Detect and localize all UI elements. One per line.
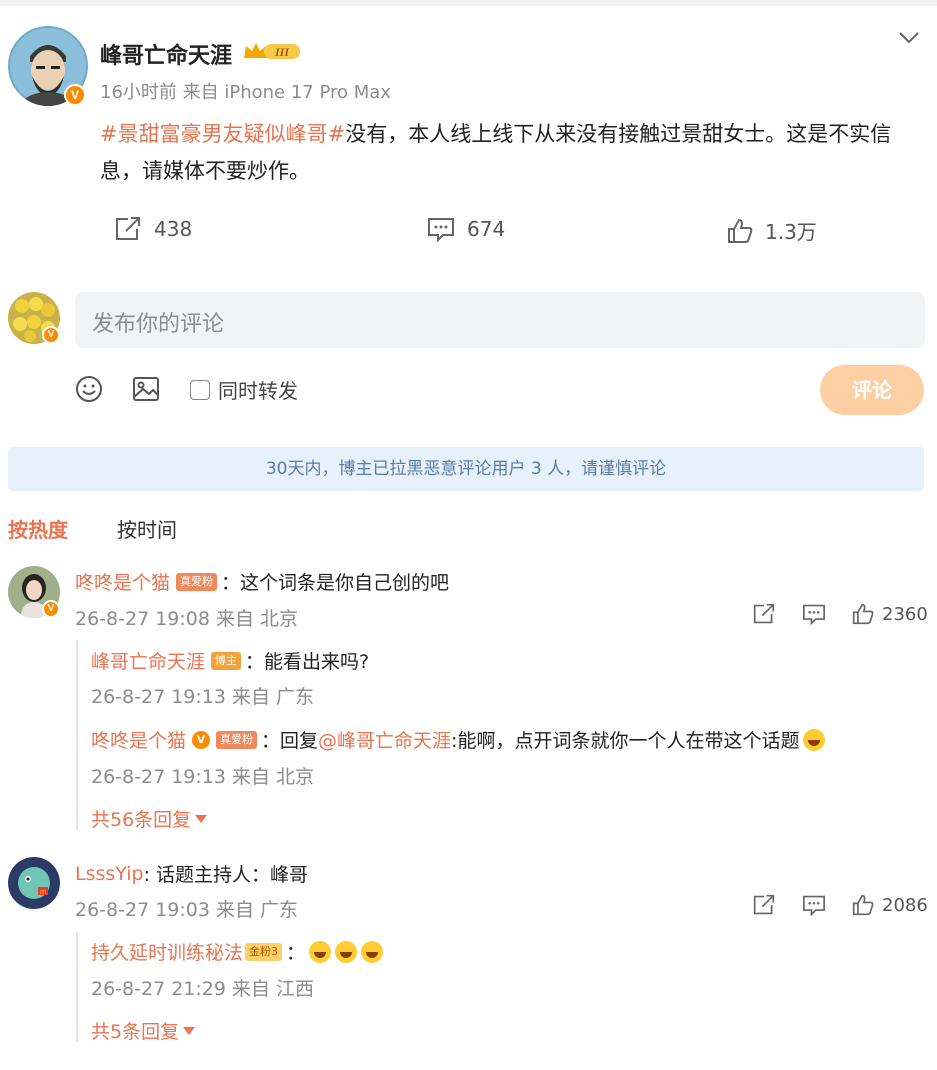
comment-username[interactable]: 咚咚是个猫 — [75, 568, 170, 595]
comment-line: LsssYip : 话题主持人：峰哥 — [75, 860, 308, 887]
crying-emoji-icon — [803, 728, 826, 751]
laughing-emoji-icon — [361, 940, 384, 963]
reply-username[interactable]: 咚咚是个猫 — [91, 726, 186, 753]
reply-username[interactable]: 峰哥亡命天涯 — [91, 647, 205, 674]
svg-text:m: m — [40, 889, 46, 896]
triangle-down-icon — [195, 814, 208, 823]
triangle-down-icon — [183, 1026, 196, 1035]
comment-like-count: 2360 — [882, 603, 928, 625]
reply-text: ：能看出来吗? — [245, 651, 370, 673]
repost-icon[interactable] — [752, 603, 776, 625]
reply-line: 持久延时训练秘法 金粉3 ： — [91, 938, 384, 965]
verified-badge-icon: V — [192, 730, 211, 749]
emoji-button[interactable] — [74, 374, 104, 404]
post-meta: 16小时前 来自 iPhone 17 Pro Max — [100, 82, 391, 103]
comment-input-placeholder: 发布你的评论 — [92, 312, 225, 337]
comment-like-count: 2086 — [882, 894, 928, 916]
more-replies-link[interactable]: 共56条回复 — [91, 805, 208, 832]
poster-name[interactable]: 峰哥亡命天涯 — [100, 38, 232, 70]
reply-meta: 26-8-27 21:29 来自 江西 — [91, 978, 315, 1000]
image-icon — [133, 377, 159, 401]
thumbs-up-icon — [728, 218, 753, 243]
tab-sort-hot[interactable]: 按热度 — [8, 514, 68, 543]
verified-badge-icon: V — [42, 326, 60, 344]
comment-like-button[interactable]: 2086 — [852, 894, 928, 916]
comment-avatar[interactable]: m — [8, 857, 60, 909]
comment-text: : 话题主持人：峰哥 — [143, 864, 309, 886]
repost-count: 438 — [154, 217, 193, 241]
tab-sort-time[interactable]: 按时间 — [117, 514, 177, 543]
verified-badge-icon: V — [42, 600, 60, 618]
laughing-emoji-icon — [309, 940, 332, 963]
comment-avatar[interactable]: V — [8, 566, 60, 618]
reply-meta: 26-8-27 19:13 来自 北京 — [91, 766, 315, 788]
fan-badge: 真爱粉 — [216, 730, 258, 749]
comment-username[interactable]: LsssYip — [75, 863, 144, 885]
checkbox-icon — [190, 379, 210, 400]
repost-icon — [116, 217, 140, 240]
hashtag-link[interactable]: #景甜富豪男友疑似峰哥# — [100, 122, 345, 146]
thumbs-up-icon — [852, 603, 874, 625]
reply-text-2: :能啊，点开词条就你一个人在带这个话题 — [451, 730, 800, 752]
top-divider — [0, 0, 937, 6]
reply-text: ： — [286, 942, 306, 964]
reply-text: ：回复 — [261, 730, 319, 752]
mention-link[interactable]: @峰哥亡命天涯 — [318, 726, 451, 753]
reply-line: 咚咚是个猫 V 真爱粉 ：回复 @峰哥亡命天涯 :能啊，点开词条就你一个人在带这… — [91, 726, 826, 753]
comment-meta: 26-8-27 19:03 来自 广东 — [75, 899, 299, 921]
comment-icon[interactable] — [802, 603, 826, 625]
my-avatar[interactable]: V — [8, 292, 60, 344]
emoji-icon — [76, 376, 102, 402]
comment-avatar-image: m — [8, 857, 60, 909]
more-replies-label: 共56条回复 — [91, 809, 192, 831]
reply-username[interactable]: 持久延时训练秘法 — [91, 938, 243, 965]
comment-count: 674 — [467, 217, 506, 241]
more-replies-link[interactable]: 共5条回复 — [91, 1017, 196, 1044]
post-body: #景甜富豪男友疑似峰哥#没有，本人线上线下从来没有接触过景甜女士。这是不实信息，… — [100, 116, 928, 190]
chevron-down-icon[interactable] — [898, 30, 920, 49]
image-button[interactable] — [131, 374, 161, 404]
submit-comment-button[interactable]: 评论 — [820, 365, 924, 415]
member-crown-icon[interactable]: III — [242, 40, 302, 66]
fan-badge: 真爱粉 — [176, 572, 218, 591]
like-button[interactable]: 1.3万 — [727, 216, 817, 245]
comment-meta: 26-8-27 19:08 来自 北京 — [75, 608, 299, 630]
repost-checkbox-label: 同时转发 — [218, 379, 298, 403]
reply-meta: 26-8-27 19:13 来自 广东 — [91, 686, 315, 708]
comment-like-button[interactable]: 2360 — [852, 603, 928, 625]
blacklist-notice: 30天内，博主已拉黑恶意评论用户 3 人，请谨慎评论 — [8, 447, 924, 491]
gold-fan-badge: 金粉3 — [245, 942, 283, 961]
comment-text: ：这个词条是你自己创的吧 — [221, 572, 450, 594]
repost-button[interactable]: 438 — [114, 216, 192, 242]
comment-button[interactable]: 674 — [427, 216, 505, 242]
laughing-emoji-icon — [335, 940, 358, 963]
comment-actions: 2086 — [752, 894, 928, 916]
verified-badge-icon: V — [64, 84, 86, 106]
comment-line: 咚咚是个猫 真爱粉 ：这个词条是你自己创的吧 — [75, 568, 449, 595]
blogger-badge: 博主 — [211, 651, 242, 670]
crown-level-text: III — [274, 45, 290, 59]
like-count: 1.3万 — [765, 220, 817, 244]
thumbs-up-icon — [852, 894, 874, 916]
poster-avatar[interactable]: V — [8, 26, 88, 106]
reply-line: 峰哥亡命天涯 博主 ：能看出来吗? — [91, 647, 369, 674]
comment-icon[interactable] — [802, 894, 826, 916]
comment-icon — [428, 218, 454, 242]
more-replies-label: 共5条回复 — [91, 1021, 180, 1043]
repost-icon[interactable] — [752, 894, 776, 916]
comment-actions: 2360 — [752, 603, 928, 625]
repost-checkbox[interactable]: 同时转发 — [190, 375, 298, 404]
